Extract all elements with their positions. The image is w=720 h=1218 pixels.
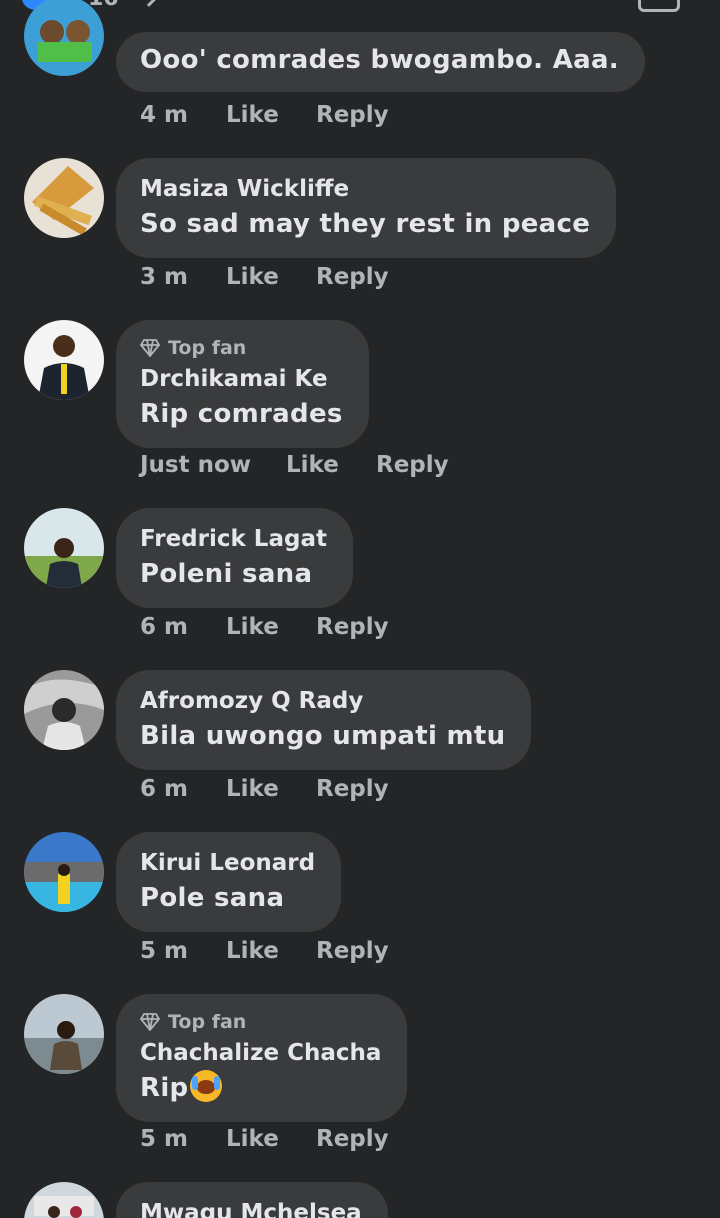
comment-text: So sad may they rest in peace	[140, 209, 591, 239]
reply-link[interactable]: Reply	[316, 264, 389, 290]
chevron-right-icon	[139, 0, 159, 7]
avatar[interactable]	[24, 1182, 104, 1218]
diamond-icon	[140, 339, 160, 357]
comment-author[interactable]: Chachalize Chacha	[140, 1036, 381, 1070]
comment-actions: Just now Like Reply	[140, 452, 449, 478]
comment-actions: 5 m Like Reply	[140, 938, 389, 964]
comment-text-row: Rip	[140, 1070, 381, 1106]
reply-link[interactable]: Reply	[376, 452, 449, 478]
comment-actions: 3 m Like Reply	[140, 264, 389, 290]
avatar[interactable]	[24, 320, 104, 400]
top-fan-badge: Top fan	[140, 334, 343, 362]
comment-author[interactable]: Afromozy Q Rady	[140, 684, 505, 718]
comment-author[interactable]: Masiza Wickliffe	[140, 172, 590, 206]
comment-bubble[interactable]: Ooo' comrades bwogambo. Aaa.	[116, 32, 645, 92]
comment-time: Just now	[140, 452, 252, 478]
comment-bubble[interactable]: Mwagu Mchelsea	[116, 1182, 388, 1218]
comment-bubble[interactable]: Masiza Wickliffe So sad may they rest in…	[116, 158, 617, 258]
comment-author[interactable]: Mwagu Mchelsea	[140, 1196, 362, 1218]
comment-bubble[interactable]: Afromozy Q Rady Bila uwongo umpati mtu	[116, 670, 532, 770]
like-link[interactable]: Like	[226, 264, 316, 290]
comment-time: 5 m	[140, 938, 188, 964]
avatar[interactable]	[24, 670, 104, 750]
comments-screen: 16 Ooo' comrades bwogambo. Aaa. 4 m Like…	[0, 0, 720, 1218]
like-link[interactable]: Like	[286, 452, 376, 478]
reply-link[interactable]: Reply	[316, 1126, 389, 1152]
comment-author[interactable]: Drchikamai Ke	[140, 362, 343, 396]
comment-author[interactable]: Fredrick Lagat	[140, 522, 327, 556]
comment-bubble[interactable]: Fredrick Lagat Poleni sana	[116, 508, 353, 608]
comment-actions: 6 m Like Reply	[140, 614, 389, 640]
reactions-bar[interactable]: 16	[0, 0, 720, 14]
comment-bubble[interactable]: Top fan Drchikamai Ke Rip comrades	[116, 320, 369, 448]
comment-time: 3 m	[140, 264, 188, 290]
comment-text: Ooo' comrades bwogambo. Aaa.	[140, 45, 619, 75]
avatar[interactable]	[24, 832, 104, 912]
reply-link[interactable]: Reply	[316, 938, 389, 964]
like-link[interactable]: Like	[226, 1126, 316, 1152]
reply-link[interactable]: Reply	[316, 614, 389, 640]
comment-time: 5 m	[140, 1126, 188, 1152]
avatar[interactable]	[24, 158, 104, 238]
comment-time: 6 m	[140, 614, 188, 640]
avatar[interactable]	[24, 0, 104, 76]
comment-text: Poleni sana	[140, 559, 313, 589]
reply-link[interactable]: Reply	[316, 776, 389, 802]
comment-time: 6 m	[140, 776, 188, 802]
comment-actions: 6 m Like Reply	[140, 776, 389, 802]
comment-time: 4 m	[140, 102, 188, 128]
comment-actions: 5 m Like Reply	[140, 1126, 389, 1152]
like-link[interactable]: Like	[226, 102, 316, 128]
avatar[interactable]	[24, 508, 104, 588]
reply-link[interactable]: Reply	[316, 102, 389, 128]
comment-text: Pole sana	[140, 883, 285, 913]
top-fan-label: Top fan	[168, 1011, 247, 1033]
comment-text: Rip	[140, 1073, 189, 1103]
like-outline-icon[interactable]	[638, 0, 680, 12]
comment-author[interactable]: Kirui Leonard	[140, 846, 315, 880]
diamond-icon	[140, 1013, 160, 1031]
comment-text: Rip comrades	[140, 399, 343, 429]
like-link[interactable]: Like	[226, 776, 316, 802]
avatar[interactable]	[24, 994, 104, 1074]
comment-bubble[interactable]: Top fan Chachalize Chacha Rip	[116, 994, 408, 1122]
like-link[interactable]: Like	[226, 614, 316, 640]
top-fan-label: Top fan	[168, 337, 247, 359]
loudly-crying-face-icon	[190, 1070, 223, 1102]
like-link[interactable]: Like	[226, 938, 316, 964]
comment-bubble[interactable]: Kirui Leonard Pole sana	[116, 832, 342, 932]
comment-actions: 4 m Like Reply	[140, 102, 389, 128]
comment-text: Bila uwongo umpati mtu	[140, 721, 506, 751]
top-fan-badge: Top fan	[140, 1008, 381, 1036]
